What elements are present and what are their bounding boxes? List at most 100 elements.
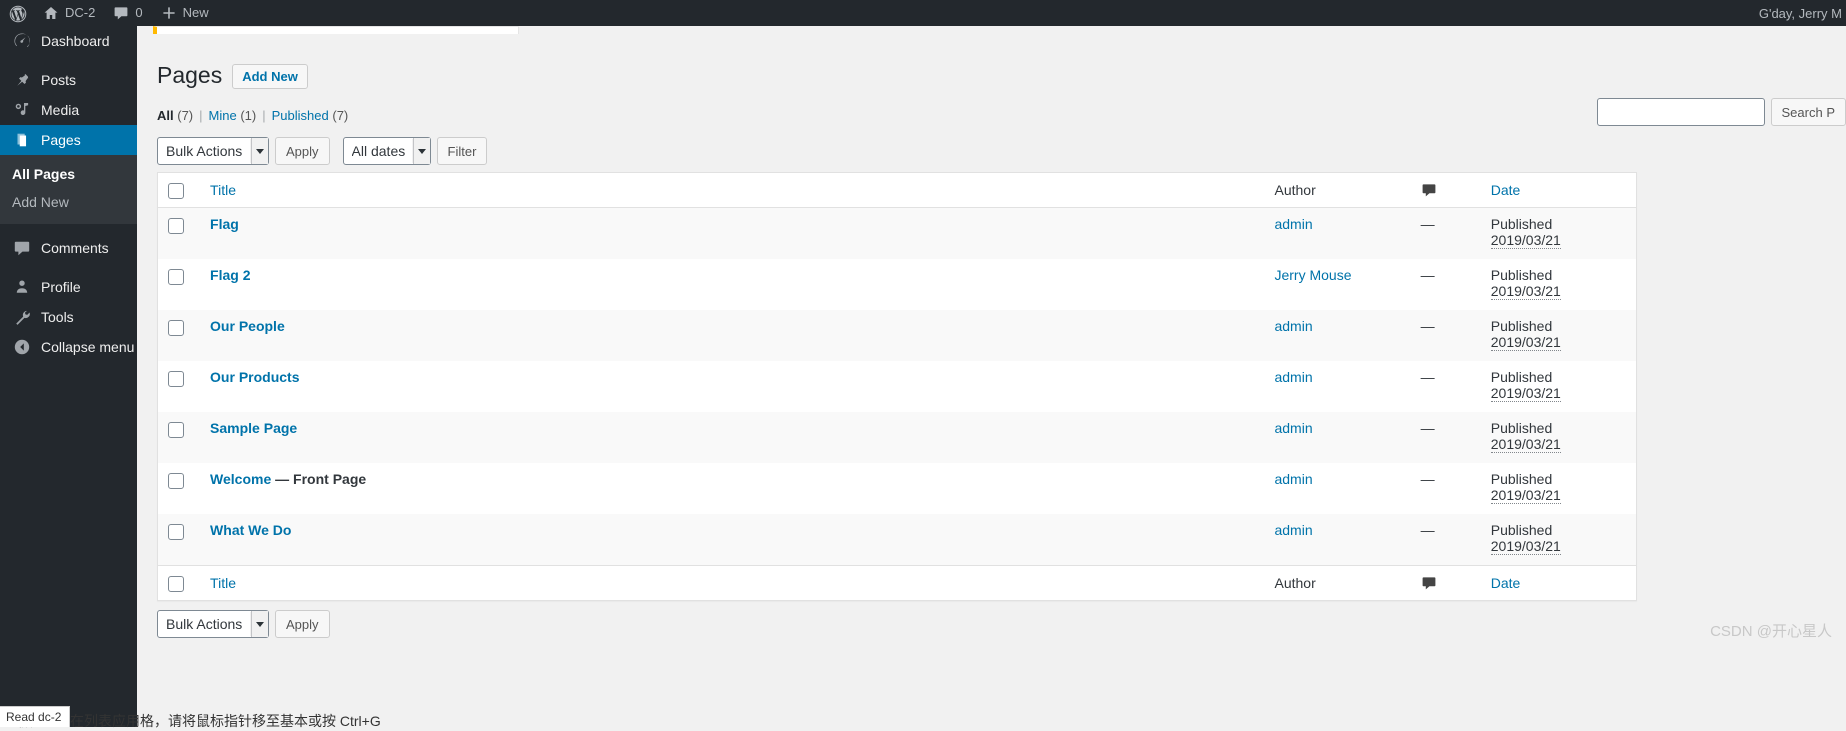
comments-count-value: — bbox=[1421, 216, 1435, 232]
wrench-icon bbox=[12, 307, 32, 327]
new-content-menu[interactable]: New bbox=[152, 0, 218, 26]
home-icon bbox=[43, 5, 59, 21]
view-mine-link[interactable]: Mine bbox=[209, 108, 237, 123]
comments-count-value: — bbox=[1421, 267, 1435, 283]
author-link[interactable]: admin bbox=[1274, 216, 1312, 232]
sidebar-item-label: Collapse menu bbox=[41, 332, 134, 362]
sidebar-subitem-add-new[interactable]: Add New bbox=[0, 188, 137, 216]
row-checkbox[interactable] bbox=[168, 473, 184, 489]
sort-by-date-link-bottom[interactable]: Date bbox=[1491, 575, 1521, 591]
media-icon bbox=[12, 100, 32, 120]
sidebar-item-comments[interactable]: Comments bbox=[0, 233, 137, 263]
select-all-checkbox-top[interactable] bbox=[168, 183, 184, 199]
filter-button[interactable]: Filter bbox=[437, 137, 488, 165]
view-published-link[interactable]: Published bbox=[272, 108, 329, 123]
table-row: Flag 2 Jerry Mouse — Published2019/03/21 bbox=[158, 259, 1636, 310]
comments-menu[interactable]: 0 bbox=[104, 0, 151, 26]
comments-column-footer bbox=[1411, 565, 1481, 600]
bulk-actions-select[interactable]: Bulk Actions bbox=[157, 137, 269, 165]
author-link[interactable]: admin bbox=[1274, 522, 1312, 538]
date-column-header: Date bbox=[1481, 173, 1636, 208]
page-title-link[interactable]: Sample Page bbox=[210, 420, 297, 436]
sidebar-item-label: Comments bbox=[41, 233, 109, 263]
apply-bulk-action-button-bottom[interactable]: Apply bbox=[275, 610, 330, 638]
new-content-label: New bbox=[183, 0, 209, 26]
row-checkbox[interactable] bbox=[168, 524, 184, 540]
sidebar-item-dashboard[interactable]: Dashboard bbox=[0, 26, 137, 56]
sort-by-title-link-top[interactable]: Title bbox=[210, 182, 236, 198]
publish-date: 2019/03/21 bbox=[1491, 283, 1561, 300]
row-checkbox[interactable] bbox=[168, 320, 184, 336]
sidebar-item-profile[interactable]: Profile bbox=[0, 272, 137, 302]
row-select-cell bbox=[158, 310, 200, 361]
add-new-page-button[interactable]: Add New bbox=[232, 64, 308, 89]
sidebar-item-pages[interactable]: Pages bbox=[0, 125, 137, 155]
sidebar-item-posts[interactable]: Posts bbox=[0, 65, 137, 95]
site-name-menu[interactable]: DC-2 bbox=[34, 0, 104, 26]
date-column-footer: Date bbox=[1481, 565, 1636, 600]
author-link[interactable]: admin bbox=[1274, 318, 1312, 334]
publish-date: 2019/03/21 bbox=[1491, 487, 1561, 504]
row-select-cell bbox=[158, 208, 200, 259]
search-box: Search P bbox=[1597, 98, 1846, 126]
author-link[interactable]: admin bbox=[1274, 420, 1312, 436]
page-title: Pages bbox=[157, 52, 222, 94]
row-checkbox[interactable] bbox=[168, 269, 184, 285]
search-pages-button[interactable]: Search P bbox=[1771, 98, 1846, 126]
table-row: Our Peopleadmin—Published2019/03/21 bbox=[158, 310, 1636, 361]
menu-separator bbox=[0, 56, 137, 65]
select-all-header bbox=[158, 173, 200, 208]
row-select-cell bbox=[158, 412, 200, 463]
sort-by-title-link-bottom[interactable]: Title bbox=[210, 575, 236, 591]
author-link[interactable]: Jerry Mouse bbox=[1274, 267, 1351, 283]
author-column-footer: Author bbox=[1264, 565, 1410, 600]
page-title-link[interactable]: Our Products bbox=[210, 369, 299, 385]
search-input[interactable] bbox=[1597, 98, 1765, 126]
view-all-link[interactable]: All bbox=[157, 108, 174, 123]
row-select-cell bbox=[158, 514, 200, 565]
publish-date: 2019/03/21 bbox=[1491, 385, 1561, 402]
admin-bar: DC-2 0 New G'day, Jerry M bbox=[0, 0, 1846, 26]
author-link[interactable]: admin bbox=[1274, 369, 1312, 385]
author-cell: admin bbox=[1264, 310, 1410, 361]
row-checkbox[interactable] bbox=[168, 371, 184, 387]
sidebar-item-collapse-menu[interactable]: Collapse menu bbox=[0, 332, 137, 362]
page-title-link[interactable]: Welcome bbox=[210, 471, 271, 487]
comments-cell: — bbox=[1411, 310, 1481, 361]
view-mine: Mine (1) bbox=[209, 106, 257, 126]
title-column-footer: Title bbox=[200, 565, 1264, 600]
sidebar-item-tools[interactable]: Tools bbox=[0, 302, 137, 332]
date-cell: Published2019/03/21 bbox=[1481, 361, 1636, 412]
bulk-actions-select-bottom[interactable]: Bulk Actions bbox=[157, 610, 269, 638]
admin-sidebar-menu: Dashboard Posts Media Pages All Pages Ad bbox=[0, 26, 137, 727]
view-mine-count: (1) bbox=[240, 108, 256, 123]
row-checkbox[interactable] bbox=[168, 422, 184, 438]
date-cell: Published2019/03/21 bbox=[1481, 412, 1636, 463]
sort-by-date-link-top[interactable]: Date bbox=[1491, 182, 1521, 198]
comments-cell: — bbox=[1411, 361, 1481, 412]
sidebar-subitem-all-pages[interactable]: All Pages bbox=[0, 160, 137, 188]
select-all-checkbox-bottom[interactable] bbox=[168, 576, 184, 592]
author-link[interactable]: admin bbox=[1274, 471, 1312, 487]
wp-logo-menu[interactable] bbox=[0, 0, 34, 26]
page-title-link[interactable]: Flag 2 bbox=[210, 267, 250, 283]
page-header: Pages Add New bbox=[157, 52, 1826, 94]
sidebar-item-label: Tools bbox=[41, 302, 74, 332]
sidebar-item-label: Profile bbox=[41, 272, 81, 302]
page-title-link[interactable]: Flag bbox=[210, 216, 239, 232]
comments-column-header bbox=[1411, 173, 1481, 208]
page-title-link[interactable]: Our People bbox=[210, 318, 285, 334]
table-nav-bottom: Bulk Actions Apply bbox=[157, 609, 1826, 639]
row-checkbox[interactable] bbox=[168, 218, 184, 234]
comment-bubble-icon bbox=[1421, 182, 1437, 196]
sidebar-item-media[interactable]: Media bbox=[0, 95, 137, 125]
publish-status: Published bbox=[1491, 267, 1626, 283]
account-greeting[interactable]: G'day, Jerry M bbox=[1759, 6, 1846, 21]
sidebar-item-label: Dashboard bbox=[41, 26, 110, 56]
page-title-link[interactable]: What We Do bbox=[210, 522, 291, 538]
watermark-text: CSDN @开心星人 bbox=[1710, 620, 1832, 641]
date-filter-select[interactable]: All dates bbox=[343, 137, 431, 165]
comments-cell: — bbox=[1411, 208, 1481, 259]
apply-bulk-action-button-top[interactable]: Apply bbox=[275, 137, 330, 165]
page-title-cell: What We Do bbox=[200, 514, 1264, 565]
